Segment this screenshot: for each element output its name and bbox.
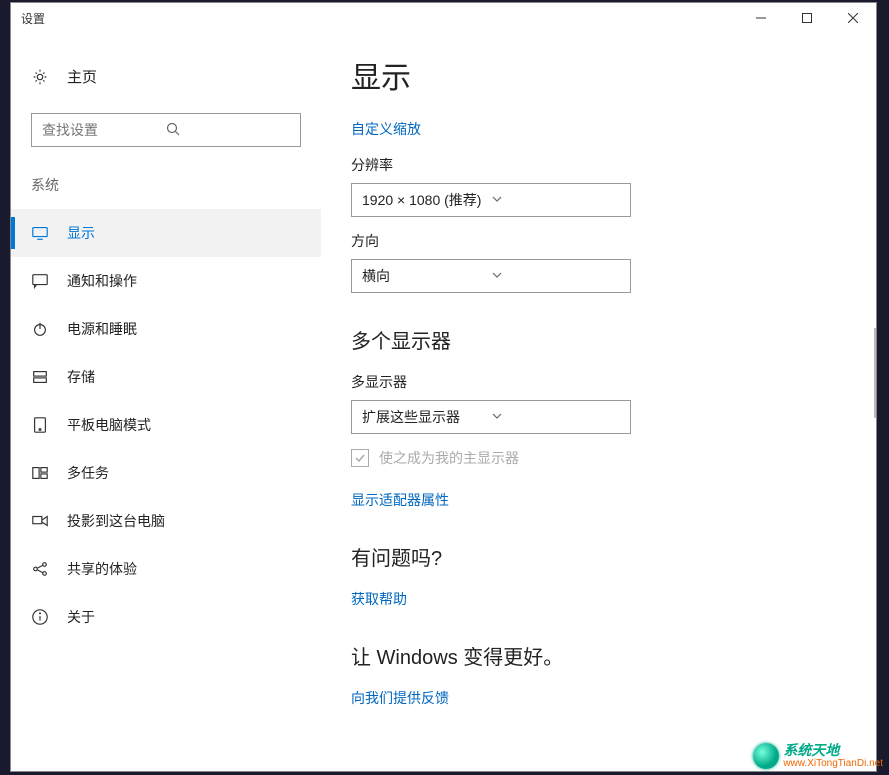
watermark-title: 系统天地 xyxy=(783,743,883,758)
sidebar-item-notifications[interactable]: 通知和操作 xyxy=(11,257,321,305)
multi-monitor-label: 多显示器 xyxy=(351,372,846,392)
watermark: 系统天地 www.XiTongTianDi.net xyxy=(753,743,883,769)
close-button[interactable] xyxy=(830,3,876,33)
tablet-icon xyxy=(31,416,49,434)
sidebar-item-power[interactable]: 电源和睡眠 xyxy=(11,305,321,353)
sidebar-item-label: 平板电脑模式 xyxy=(67,415,151,435)
monitor-icon xyxy=(31,224,49,242)
orientation-label: 方向 xyxy=(351,231,846,251)
sidebar-item-label: 关于 xyxy=(67,607,95,627)
sidebar-item-label: 电源和睡眠 xyxy=(67,319,137,339)
orientation-value: 横向 xyxy=(362,266,491,286)
info-icon xyxy=(31,608,49,626)
resolution-label: 分辨率 xyxy=(351,155,846,175)
multi-monitor-heading: 多个显示器 xyxy=(351,325,846,354)
main-content: 显示 自定义缩放 分辨率 1920 × 1080 (推荐) 方向 横向 多个显示… xyxy=(321,33,876,771)
sidebar-item-label: 通知和操作 xyxy=(67,271,137,291)
multi-monitor-value: 扩展这些显示器 xyxy=(362,407,491,427)
globe-icon xyxy=(753,743,779,769)
sidebar-item-label: 多任务 xyxy=(67,463,109,483)
window-body: 主页 查找设置 系统 显示 通知和操作 电源和睡眠 xyxy=(11,33,876,771)
search-placeholder: 查找设置 xyxy=(42,120,166,140)
give-feedback-link[interactable]: 向我们提供反馈 xyxy=(351,688,846,708)
sidebar-item-project[interactable]: 投影到这台电脑 xyxy=(11,497,321,545)
get-help-link[interactable]: 获取帮助 xyxy=(351,589,846,609)
sidebar-item-label: 投影到这台电脑 xyxy=(67,511,165,531)
minimize-button[interactable] xyxy=(738,3,784,33)
sidebar-item-tablet[interactable]: 平板电脑模式 xyxy=(11,401,321,449)
watermark-url: www.XiTongTianDi.net xyxy=(783,758,883,769)
resolution-dropdown[interactable]: 1920 × 1080 (推荐) xyxy=(351,183,631,217)
window-controls xyxy=(738,3,876,33)
settings-window: 设置 主页 xyxy=(10,2,877,772)
sidebar: 主页 查找设置 系统 显示 通知和操作 电源和睡眠 xyxy=(11,33,321,771)
message-icon xyxy=(31,272,49,290)
sidebar-item-label: 存储 xyxy=(67,367,95,387)
titlebar: 设置 xyxy=(11,3,876,33)
search-input[interactable]: 查找设置 xyxy=(31,113,301,147)
page-title: 显示 xyxy=(351,53,846,97)
power-icon xyxy=(31,320,49,338)
sidebar-item-display[interactable]: 显示 xyxy=(11,209,321,257)
make-primary-checkbox xyxy=(351,449,369,467)
window-title: 设置 xyxy=(21,10,738,27)
resolution-value: 1920 × 1080 (推荐) xyxy=(362,190,491,210)
sidebar-item-multitask[interactable]: 多任务 xyxy=(11,449,321,497)
chevron-down-icon xyxy=(491,409,620,425)
chevron-down-icon xyxy=(491,192,620,208)
share-icon xyxy=(31,560,49,578)
home-label: 主页 xyxy=(67,66,97,87)
sidebar-item-label: 共享的体验 xyxy=(67,559,137,579)
adapter-link-container: 显示适配器属性 xyxy=(351,490,846,510)
project-icon xyxy=(31,512,49,530)
orientation-dropdown[interactable]: 横向 xyxy=(351,259,631,293)
feedback-heading: 让 Windows 变得更好。 xyxy=(351,641,846,670)
sidebar-item-storage[interactable]: 存储 xyxy=(11,353,321,401)
storage-icon xyxy=(31,368,49,386)
make-primary-checkbox-row: 使之成为我的主显示器 xyxy=(351,448,846,468)
search-icon xyxy=(166,122,290,139)
help-heading: 有问题吗? xyxy=(351,542,846,571)
sidebar-item-label: 显示 xyxy=(67,223,95,243)
home-button[interactable]: 主页 xyxy=(11,58,321,95)
maximize-button[interactable] xyxy=(784,3,830,33)
scrollbar[interactable] xyxy=(874,328,876,418)
make-primary-label: 使之成为我的主显示器 xyxy=(379,448,519,468)
sidebar-section-label: 系统 xyxy=(11,169,321,209)
multitask-icon xyxy=(31,464,49,482)
gear-icon xyxy=(31,68,49,86)
chevron-down-icon xyxy=(491,268,620,284)
sidebar-item-shared[interactable]: 共享的体验 xyxy=(11,545,321,593)
sidebar-item-about[interactable]: 关于 xyxy=(11,593,321,641)
multi-monitor-dropdown[interactable]: 扩展这些显示器 xyxy=(351,400,631,434)
display-adapter-link[interactable]: 显示适配器属性 xyxy=(351,490,846,510)
custom-scaling-link[interactable]: 自定义缩放 xyxy=(351,119,846,139)
